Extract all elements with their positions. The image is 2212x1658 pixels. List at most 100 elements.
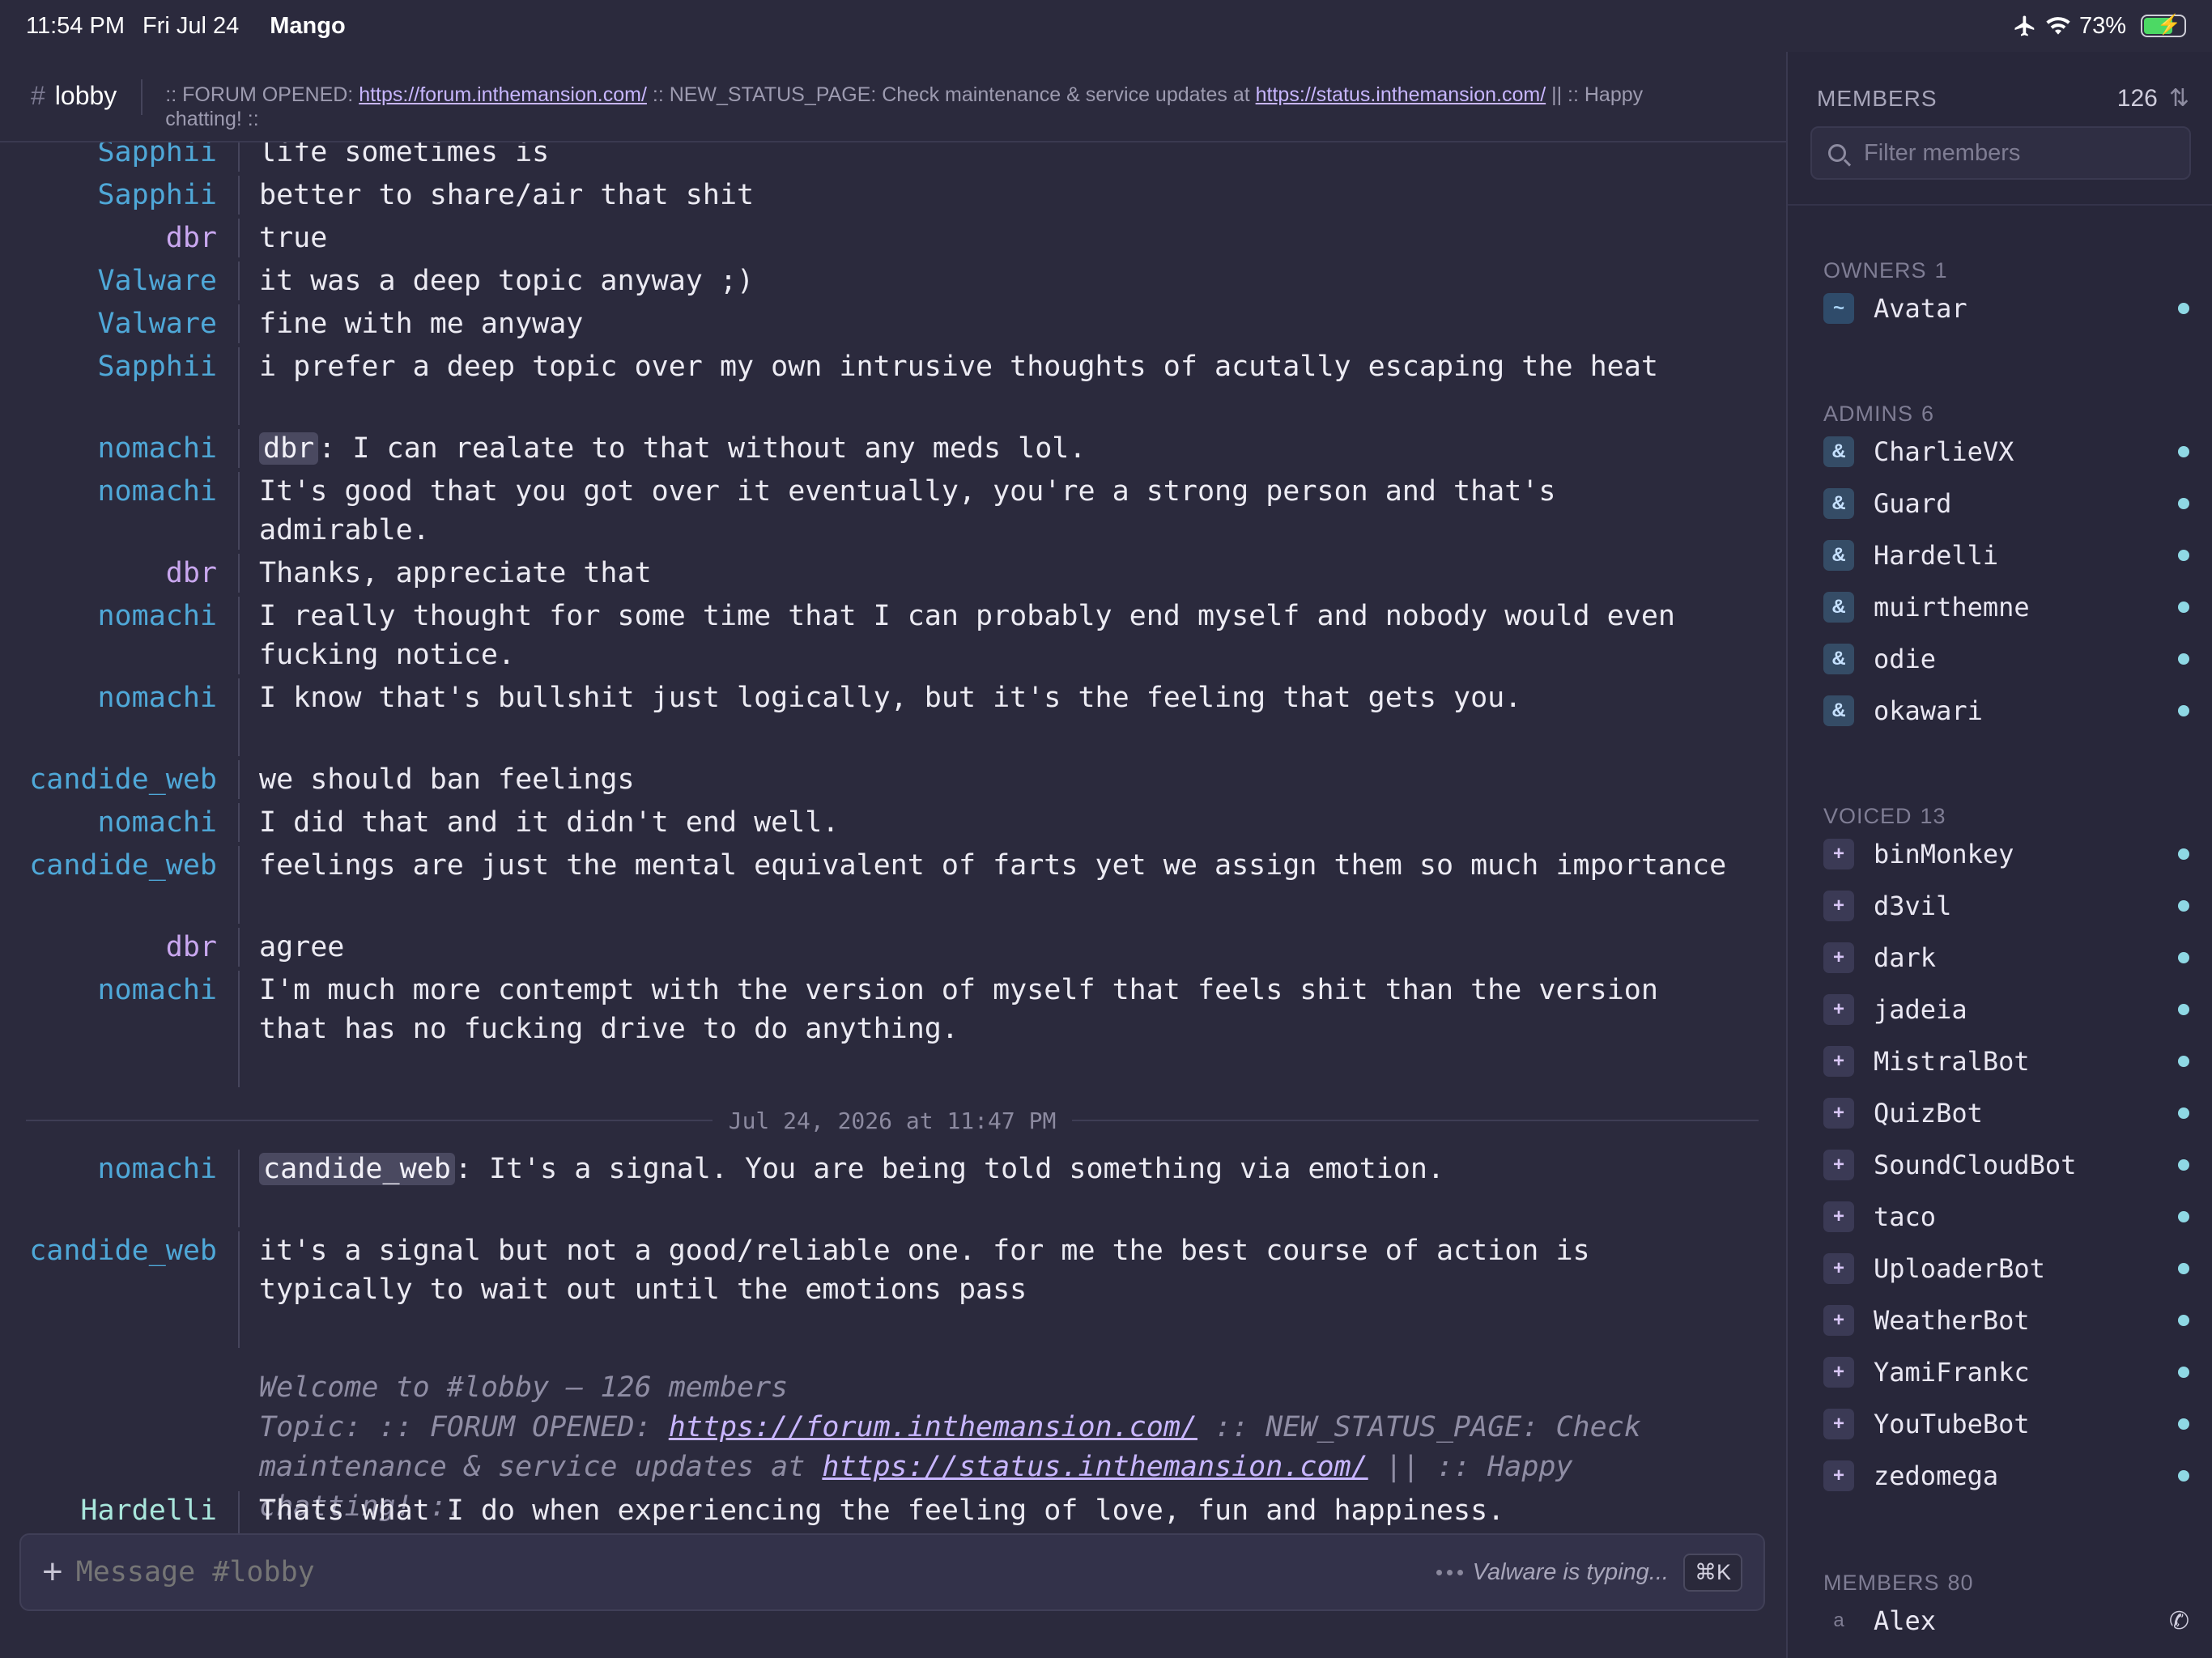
sort-arrows-icon[interactable]: ⇅ (2169, 84, 2189, 113)
message-gutter (238, 142, 240, 172)
member-mode-badge: + (1823, 994, 1854, 1025)
message-nick[interactable]: nomachi (0, 803, 217, 842)
message-body: I did that and it didn't end well. (259, 806, 840, 839)
message-row[interactable]: nomachi candide_web: It's a signal. You a… (0, 1150, 1786, 1227)
message-nick[interactable]: candide_web (0, 846, 217, 885)
member-item[interactable]: + MistralBot (1823, 1044, 2189, 1079)
message-body: I really thought for some time that I ca… (259, 600, 1693, 671)
message-gutter (238, 429, 240, 468)
message-gutter (238, 176, 240, 215)
member-item[interactable]: + SoundCloudBot (1823, 1147, 2189, 1183)
message-row[interactable]: dbr agree (0, 928, 1786, 967)
member-item[interactable]: + UploaderBot (1823, 1251, 2189, 1286)
message-row[interactable]: candide_web it's a signal but not a good/… (0, 1231, 1786, 1348)
user-mention[interactable]: dbr (259, 432, 319, 465)
message-nick[interactable]: dbr (0, 219, 217, 257)
online-status-icon (2178, 705, 2189, 716)
message-nick[interactable]: Sapphii (0, 176, 217, 215)
message-row[interactable]: Sapphii life sometimes is (0, 142, 1786, 172)
member-item[interactable]: & muirthemne (1823, 589, 2189, 625)
message-row[interactable]: Valware it was a deep topic anyway ;) (0, 261, 1786, 300)
member-item[interactable]: & CharlieVX (1823, 434, 2189, 470)
member-item[interactable]: ~ Avatar (1823, 291, 2189, 326)
message-gutter (238, 760, 240, 799)
channel-name[interactable]: lobby (55, 81, 117, 111)
message-input[interactable] (75, 1556, 1436, 1588)
filter-members-field[interactable] (1810, 126, 2191, 180)
message-row[interactable]: nomachi I did that and it didn't end well… (0, 803, 1786, 842)
member-mode-badge: + (1823, 1098, 1854, 1129)
message-gutter (238, 803, 240, 842)
member-name: muirthemne (1874, 592, 2030, 623)
forum-link[interactable]: https://forum.inthemansion.com/ (359, 83, 647, 106)
member-item[interactable]: + zedomega (1823, 1458, 2189, 1494)
message-nick[interactable]: dbr (0, 928, 217, 967)
sidebar-divider (1788, 204, 2212, 206)
message-row[interactable]: nomachi I really thought for some time th… (0, 597, 1786, 674)
message-nick[interactable]: Valware (0, 304, 217, 343)
members-count: 126 (2116, 84, 2158, 112)
message-nick[interactable]: nomachi (0, 429, 217, 468)
message-nick[interactable]: candide_web (0, 760, 217, 799)
message-row[interactable]: Sapphii better to share/air that shit (0, 176, 1786, 215)
forum-link[interactable]: https://forum.inthemansion.com/ (669, 1411, 1197, 1443)
message-text: agree (259, 928, 1733, 967)
member-item[interactable]: & Hardelli (1823, 538, 2189, 573)
message-nick[interactable]: nomachi (0, 971, 217, 1010)
status-indicators: 73% ⚡ (2013, 13, 2186, 40)
message-row[interactable]: candide_web we should ban feelings (0, 760, 1786, 799)
message-row[interactable]: nomachi dbr: I can realate to that withou… (0, 429, 1786, 468)
command-shortcut-button[interactable]: ⌘K (1682, 1553, 1742, 1592)
member-item[interactable]: + taco (1823, 1199, 2189, 1235)
member-item[interactable]: & odie (1823, 641, 2189, 677)
message-row[interactable]: Sapphii i prefer a deep topic over my own… (0, 347, 1786, 425)
message-nick[interactable]: nomachi (0, 472, 217, 511)
member-item[interactable]: a Alex ✆ (1823, 1603, 2189, 1639)
member-item[interactable]: + QuizBot (1823, 1095, 2189, 1131)
member-item[interactable]: + binMonkey (1823, 836, 2189, 872)
message-nick[interactable]: dbr (0, 554, 217, 593)
message-gutter (238, 554, 240, 593)
member-mode-badge: + (1823, 1305, 1854, 1336)
message-nick[interactable]: Valware (0, 261, 217, 300)
message-nick[interactable]: Sapphii (0, 347, 217, 386)
message-nick[interactable]: Hardelli (0, 1491, 217, 1530)
message-row[interactable]: dbr true (0, 219, 1786, 257)
member-item[interactable]: + WeatherBot (1823, 1303, 2189, 1338)
message-row[interactable]: nomachi It's good that you got over it ev… (0, 472, 1786, 550)
member-name: jadeia (1874, 994, 1967, 1025)
member-item[interactable]: + d3vil (1823, 888, 2189, 924)
message-text: I'm much more contempt with the version … (259, 971, 1733, 1048)
member-item[interactable]: + dark (1823, 940, 2189, 976)
typing-dots-icon (1436, 1569, 1463, 1575)
member-item[interactable]: & okawari (1823, 693, 2189, 729)
member-item[interactable]: + YamiFrankc (1823, 1354, 2189, 1390)
battery-percent: 73% (2078, 12, 2126, 39)
message-nick[interactable]: candide_web (0, 1231, 217, 1270)
message-body: fine with me anyway (259, 308, 584, 340)
message-nick[interactable]: Sapphii (0, 142, 217, 172)
message-nick[interactable]: nomachi (0, 678, 217, 717)
filter-members-input[interactable] (1864, 139, 2173, 167)
message-nick[interactable]: nomachi (0, 597, 217, 636)
message-row[interactable]: Valware fine with me anyway (0, 304, 1786, 343)
message-row[interactable]: nomachi I know that's bullshit just logic… (0, 678, 1786, 756)
message-nick[interactable]: nomachi (0, 1150, 217, 1188)
message-row[interactable]: candide_web feelings are just the mental … (0, 846, 1786, 924)
message-row[interactable]: nomachi I'm much more contempt with the v… (0, 971, 1786, 1087)
message-row[interactable]: dbr Thanks, appreciate that (0, 554, 1786, 593)
attach-plus-icon[interactable]: + (42, 1554, 63, 1590)
message-gutter (238, 304, 240, 343)
online-status-icon (2178, 1056, 2189, 1067)
status-link[interactable]: https://status.inthemansion.com/ (1256, 83, 1546, 106)
message-list[interactable]: Sapphii life sometimes is Sapphii better to… (0, 142, 1786, 1567)
member-mode-badge: + (1823, 1046, 1854, 1077)
member-item[interactable]: + jadeia (1823, 992, 2189, 1027)
member-item[interactable]: & Guard (1823, 486, 2189, 521)
status-link[interactable]: https://status.inthemansion.com/ (822, 1451, 1368, 1483)
members-header: MEMBERS 126 ⇅ (1817, 84, 2189, 113)
search-icon (1828, 144, 1846, 162)
member-name: MistralBot (1874, 1046, 2030, 1077)
user-mention[interactable]: candide_web (259, 1153, 455, 1185)
member-item[interactable]: + YouTubeBot (1823, 1406, 2189, 1442)
